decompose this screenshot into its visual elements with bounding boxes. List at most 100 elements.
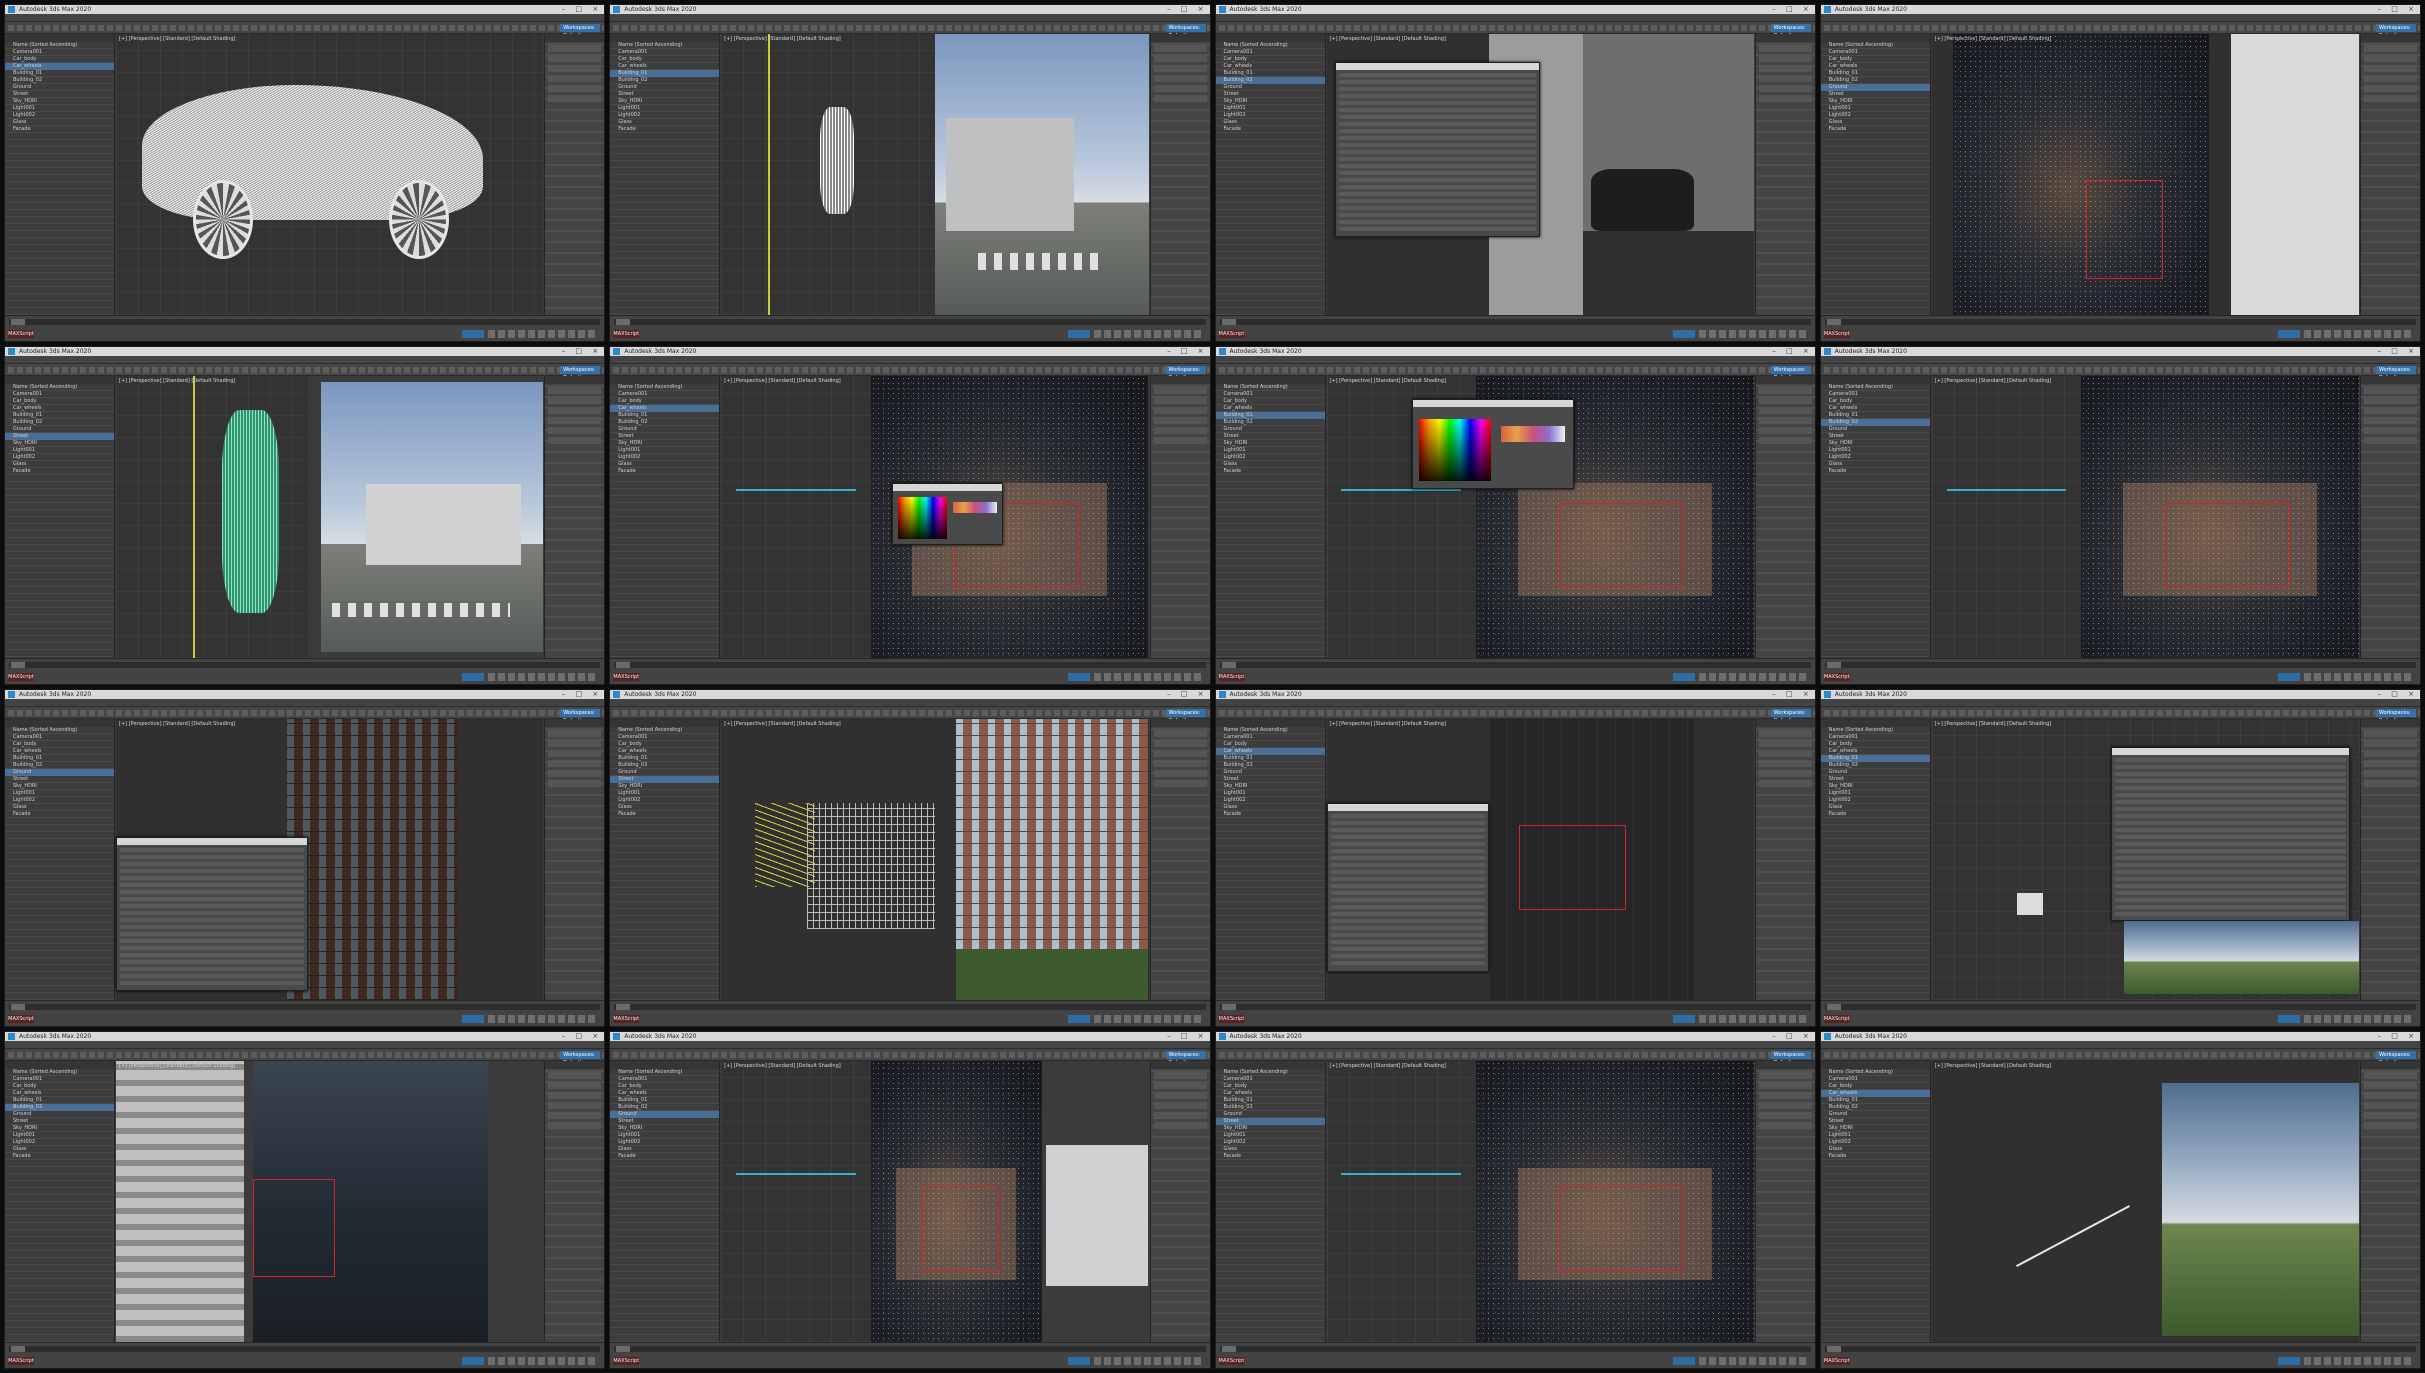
scene-explorer-row[interactable]: Building_02 [610,419,719,426]
rollout[interactable] [2364,397,2417,405]
scene-explorer-row[interactable]: Sky_HDRI [610,440,719,447]
rollout[interactable] [1758,437,1812,445]
auto-key-button[interactable] [1067,330,1090,339]
material-editor-body[interactable] [1339,73,1537,233]
scene-explorer-row[interactable]: Car_body [1821,741,1930,748]
rollout[interactable] [2364,1121,2417,1129]
command-panel[interactable] [1754,376,1815,658]
scene-explorer-row[interactable]: Street [610,91,719,98]
rollout[interactable] [1153,779,1207,787]
rollout[interactable] [548,417,602,425]
scene-explorer-row[interactable]: Light002 [1216,797,1325,804]
time-slider[interactable] [9,661,601,668]
scene-explorer-row[interactable]: Camera001 [5,49,114,56]
scene-explorer[interactable]: Name (Sorted Ascending) Camera001 Car_body… [610,376,721,658]
scene-explorer-row[interactable]: Camera001 [1821,1076,1930,1083]
viewport-label[interactable]: [+] [Perspective] [Standard] [Default Sh… [1935,36,2051,42]
rollout[interactable] [1758,85,1812,92]
time-slider-thumb[interactable] [1221,1003,1236,1010]
scene-explorer-row[interactable]: Light001 [5,447,114,454]
rollout[interactable] [2364,1081,2417,1089]
scene-explorer-row[interactable]: Glass [610,1146,719,1153]
scene-explorer-row[interactable]: Name (Sorted Ascending) [1821,42,1930,49]
window-controls[interactable]: – □ × [562,347,602,356]
workspace-selector[interactable]: Workspaces: Default [2376,366,2416,381]
scene-explorer-row[interactable]: Light001 [610,790,719,797]
command-panel[interactable] [1754,1060,1815,1342]
scene-explorer-row[interactable]: Sky_HDRI [5,783,114,790]
scene-explorer-row[interactable]: Name (Sorted Ascending) [610,1069,719,1076]
scene-explorer-row[interactable]: Light001 [1216,447,1325,454]
scene-explorer-row[interactable]: Light001 [1216,105,1325,112]
playback-controls[interactable] [1698,1357,1809,1365]
scene-explorer-row[interactable]: Ground [610,426,719,433]
rollout[interactable] [1153,1121,1207,1129]
time-slider-thumb[interactable] [616,319,631,326]
auto-key-button[interactable] [1672,1014,1695,1023]
scene-explorer-row[interactable]: Building_01 [610,412,719,419]
rollout[interactable] [1758,427,1812,435]
workspace-selector[interactable]: Workspaces: Default [560,366,601,381]
scene-explorer-row[interactable]: Camera001 [1821,49,1930,56]
scene-explorer-row[interactable]: Sky_HDRI [1821,1125,1930,1132]
command-panel[interactable] [1149,376,1210,658]
scene-explorer-row[interactable]: Car_wheels [1821,748,1930,755]
scene-explorer-row[interactable]: Building_02 [1215,77,1325,84]
command-panel-tabs[interactable] [545,718,605,727]
scene-explorer-row[interactable]: Building_02 [5,762,114,769]
rollout[interactable] [1153,55,1207,62]
rollout[interactable] [1153,407,1207,415]
scene-explorer-row[interactable]: Sky_HDRI [5,1125,114,1132]
rollout[interactable] [1153,427,1207,435]
scene-explorer-row[interactable]: Glass [5,119,114,126]
scene-explorer-row[interactable]: Light002 [5,112,114,119]
viewport-area[interactable]: [+] [Perspective] [Standard] [Default Sh… [1326,1060,1754,1342]
rollout[interactable] [1153,397,1207,405]
time-slider-thumb[interactable] [616,1003,631,1010]
time-slider-thumb[interactable] [1826,1346,1841,1352]
scene-explorer-row[interactable]: Building_02 [5,419,114,426]
workspace-selector[interactable]: Workspaces: Default [1770,24,1811,39]
rollout[interactable] [548,45,602,52]
viewport-label[interactable]: [+] [Perspective] [Standard] [Default Sh… [1330,1063,1446,1069]
workspace-selector[interactable]: Workspaces: Default [2376,24,2416,39]
window-controls[interactable]: – □ × [1772,5,1812,14]
scene-explorer-row[interactable]: Sky_HDRI [1821,440,1930,447]
time-slider-thumb[interactable] [1826,1003,1841,1010]
time-slider-thumb[interactable] [1826,661,1841,668]
scene-explorer-row[interactable]: Light002 [5,454,114,461]
scene-explorer-row[interactable]: Sky_HDRI [1821,783,1930,790]
time-slider[interactable] [1824,1346,2416,1352]
workspace-selector[interactable]: Workspaces: Default [1165,366,1206,381]
scene-explorer-row[interactable]: Street [1821,433,1930,440]
scene-explorer-row[interactable]: Car_body [1216,56,1325,63]
playback-controls[interactable] [2304,1014,2414,1023]
scene-explorer-row[interactable]: Light001 [5,790,114,797]
viewport-label[interactable]: [+] [Perspective] [Standard] [Default Sh… [1330,378,1446,384]
playback-controls[interactable] [1093,1014,1204,1023]
scene-explorer-row[interactable]: Facade [610,1153,719,1160]
rollout[interactable] [1153,739,1207,747]
viewport-area[interactable]: [+] [Perspective] [Standard] [Default Sh… [1326,376,1754,658]
rollout[interactable] [1153,749,1207,757]
scene-explorer-row[interactable]: Street [1821,91,1930,98]
scene-explorer-row[interactable]: Car_wheels [5,63,114,70]
scene-explorer-row[interactable]: Building_01 [610,1097,719,1104]
playback-controls[interactable] [2304,1357,2414,1365]
playback-controls[interactable] [1093,1357,1204,1365]
maxscript-listener[interactable]: MAXScript [613,330,640,339]
maxscript-listener[interactable]: MAXScript [1218,672,1245,681]
rollout[interactable] [1758,739,1812,747]
command-panel[interactable] [1149,718,1210,1000]
window-controls[interactable]: – □ × [1167,347,1207,356]
command-panel-tabs[interactable] [1755,718,1815,727]
viewport-area[interactable]: [+] [Perspective] [Standard] [Default Sh… [721,376,1149,658]
scene-explorer-row[interactable]: Facade [1821,1153,1930,1160]
time-slider-thumb[interactable] [11,1346,25,1352]
scene-explorer-row[interactable]: Light001 [610,1132,719,1139]
rollout[interactable] [2364,85,2417,92]
command-panel[interactable] [544,718,605,1000]
scene-explorer-row[interactable]: Building_01 [1821,70,1930,77]
scene-explorer-row[interactable]: Car_wheels [5,748,114,755]
scene-explorer-row[interactable]: Facade [1216,811,1325,818]
